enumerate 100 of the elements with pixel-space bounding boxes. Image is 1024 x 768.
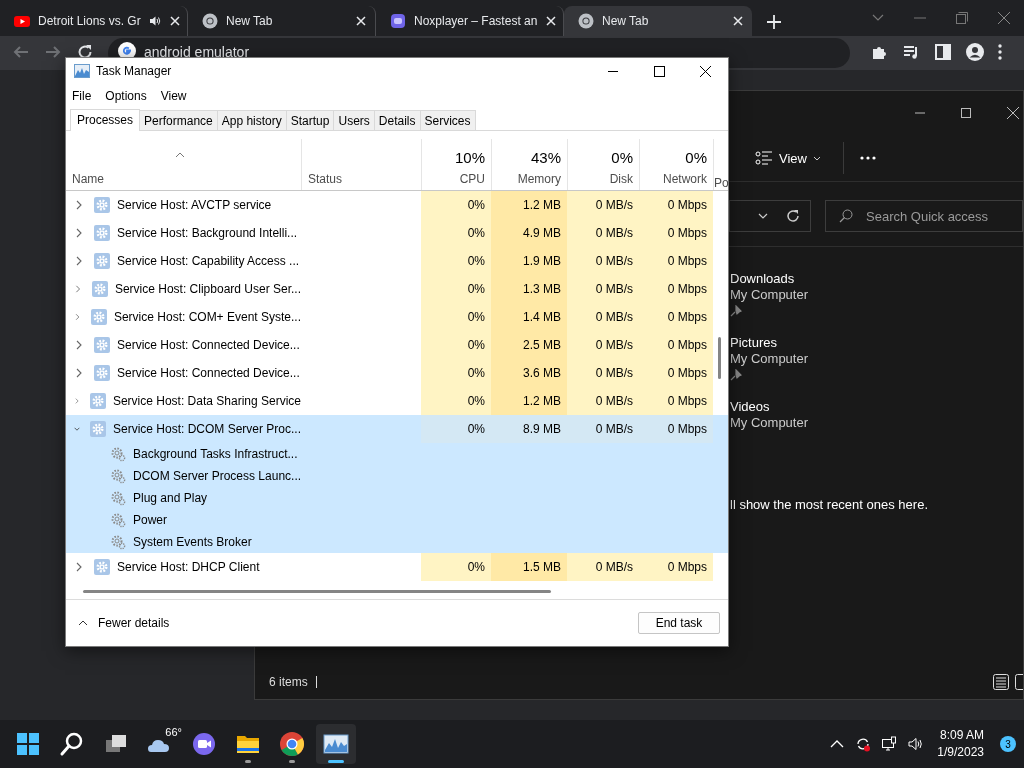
- table-cell: 0 Mbps: [639, 359, 713, 387]
- tiles-view-icon[interactable]: [1015, 674, 1023, 690]
- item-name[interactable]: Pictures: [730, 335, 777, 351]
- chevron-icon[interactable]: [74, 340, 84, 350]
- table-cell: 1.4 MB: [491, 303, 567, 331]
- table-cell: 0 MB/s: [567, 303, 639, 331]
- table-cell: 1.2 MB: [491, 191, 567, 219]
- table-cell: 0 Mbps: [639, 415, 713, 443]
- column-header[interactable]: CPU: [459, 172, 485, 186]
- chevron-up-icon: [78, 620, 88, 626]
- scrollbar-thumb[interactable]: [83, 590, 551, 593]
- maximize-icon[interactable]: [961, 108, 971, 118]
- table-cell: 0%: [421, 219, 491, 247]
- details-view-icon[interactable]: [993, 674, 1009, 690]
- fewer-details-toggle[interactable]: Fewer details: [78, 616, 170, 630]
- chevron-down-icon: [812, 155, 821, 161]
- table-cell: 0 MB/s: [567, 553, 639, 581]
- chevron-down-icon[interactable]: [872, 14, 884, 22]
- app-logo-icon: [390, 13, 406, 29]
- table-cell: 0 Mbps: [639, 191, 713, 219]
- side-panel-icon[interactable]: [934, 43, 952, 61]
- table-cell: 0%: [421, 303, 491, 331]
- menu-item[interactable]: File: [72, 89, 92, 103]
- service-name: System Events Broker: [133, 535, 252, 549]
- close-icon[interactable]: [1007, 107, 1019, 119]
- view-button[interactable]: View: [749, 144, 827, 172]
- table-cell: 0%: [421, 359, 491, 387]
- volume-icon[interactable]: [907, 736, 924, 752]
- column-header[interactable]: Status: [308, 172, 343, 186]
- chevron-icon[interactable]: [74, 228, 84, 238]
- tab[interactable]: Users: [334, 110, 375, 130]
- video-play-icon: [14, 13, 30, 29]
- address-bar[interactable]: [729, 200, 811, 232]
- video-chat-icon: [193, 733, 215, 755]
- tab[interactable]: Processes: [70, 109, 141, 131]
- chevron-icon[interactable]: [74, 200, 84, 210]
- column-total: 10%: [454, 149, 485, 166]
- notification-badge[interactable]: 3: [1000, 736, 1016, 752]
- menu-item[interactable]: View: [160, 89, 187, 103]
- folder-icon: [237, 736, 259, 753]
- process-name: Service Host: Clipboard User Ser...: [114, 282, 301, 296]
- tab[interactable]: Performance: [140, 110, 218, 130]
- table-cell: 0%: [421, 275, 491, 303]
- scrollbar-thumb[interactable]: [718, 337, 721, 379]
- chevron-icon[interactable]: [74, 562, 84, 572]
- table-cell: 0%: [421, 553, 491, 581]
- gear-icon: [94, 365, 110, 381]
- refresh-icon: [786, 209, 800, 223]
- tab[interactable]: Services: [420, 110, 476, 130]
- service-name: Background Tasks Infrastruct...: [133, 447, 298, 461]
- column-header[interactable]: Memory: [517, 172, 561, 186]
- column-header[interactable]: Disk: [609, 172, 633, 186]
- search-field[interactable]: Search Quick access: [825, 200, 1023, 232]
- process-name: Service Host: Capability Access ...: [117, 254, 300, 268]
- empty-message: ll show the most recent ones here.: [730, 497, 929, 512]
- chevron-icon[interactable]: [74, 368, 84, 378]
- taskbar-button[interactable]: 66°: [140, 724, 180, 764]
- gear-icon: [94, 253, 110, 269]
- gear-icon: [91, 281, 108, 297]
- profile-icon[interactable]: [966, 43, 984, 61]
- column-header[interactable]: Po: [714, 176, 729, 190]
- column-header[interactable]: Network: [663, 172, 707, 186]
- more-icon[interactable]: [859, 156, 876, 160]
- item-name[interactable]: Videos: [730, 399, 770, 415]
- speaker-icon: [148, 15, 161, 27]
- service-name: Plug and Play: [133, 491, 208, 505]
- taskbar-button[interactable]: [316, 724, 356, 764]
- more-icon[interactable]: [998, 43, 1002, 61]
- table-cell: 0%: [421, 387, 491, 415]
- new-tab-icon[interactable]: [766, 14, 782, 30]
- table-cell: 1.9 MB: [491, 247, 567, 275]
- sync-icon[interactable]: [855, 736, 872, 752]
- service-name: DCOM Server Process Launc...: [133, 469, 302, 483]
- tab[interactable]: App history: [217, 110, 287, 130]
- table-cell: 0%: [421, 191, 491, 219]
- table-cell: 1.3 MB: [491, 275, 567, 303]
- table-cell: 0 MB/s: [567, 275, 639, 303]
- menu-item[interactable]: Options: [105, 89, 147, 103]
- table-cell: 0 MB/s: [567, 247, 639, 275]
- tab[interactable]: Details: [374, 110, 421, 130]
- table-cell: 0%: [421, 247, 491, 275]
- gear-icon: [94, 225, 110, 241]
- browser-tab[interactable]: New Tab: [564, 6, 752, 36]
- table-cell: 1.2 MB: [491, 387, 567, 415]
- media-queue-icon[interactable]: [902, 43, 920, 61]
- item-name[interactable]: Downloads: [730, 271, 795, 287]
- tab[interactable]: Startup: [286, 110, 335, 130]
- gear-icon: [110, 446, 126, 462]
- item-location: My Computer: [730, 351, 809, 367]
- table-cell: 0 MB/s: [567, 331, 639, 359]
- end-task-button[interactable]: End task: [638, 612, 720, 634]
- gear-icon: [110, 490, 126, 506]
- restore-icon[interactable]: [956, 12, 968, 24]
- chevron-icon[interactable]: [74, 256, 84, 266]
- table-cell: 0%: [421, 331, 491, 359]
- column-header[interactable]: Name: [72, 172, 104, 186]
- task-view-icon: [106, 735, 126, 752]
- clock[interactable]: 8:09 AM 1/9/2023: [937, 727, 984, 761]
- chevron-icon[interactable]: [74, 312, 81, 322]
- network-icon[interactable]: [881, 736, 898, 752]
